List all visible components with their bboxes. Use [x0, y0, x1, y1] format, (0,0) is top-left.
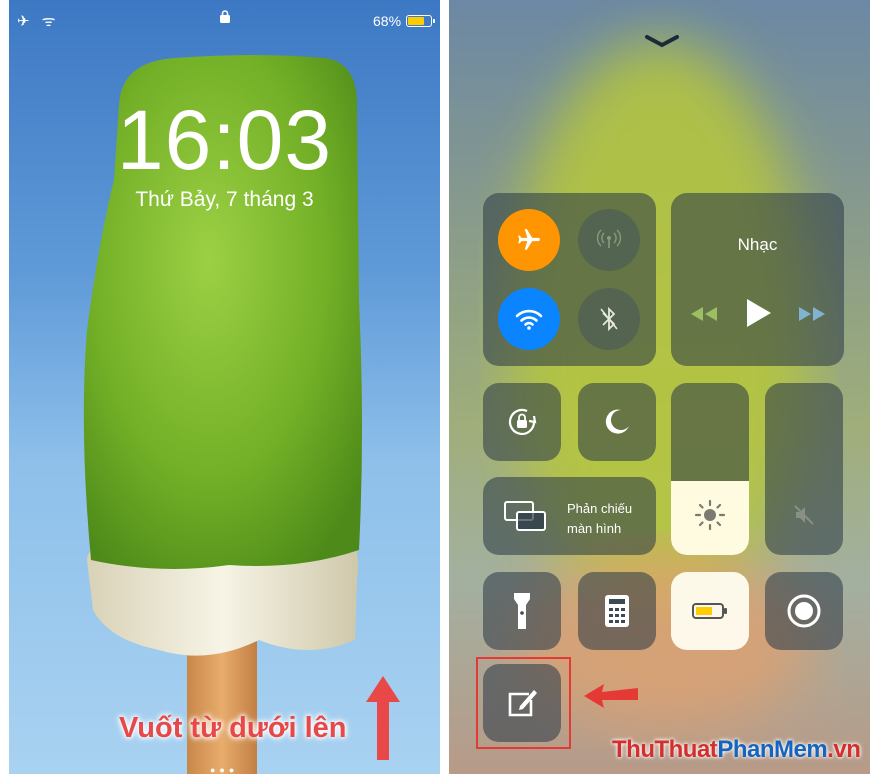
brightness-slider[interactable] [671, 383, 749, 555]
screen-mirroring-icon [504, 501, 546, 531]
low-power-mode-button[interactable] [671, 572, 749, 650]
swipe-instruction: Vuốt từ dưới lên [119, 712, 347, 744]
red-up-arrow-icon [366, 676, 400, 760]
page-indicator: ●●● [210, 765, 239, 774]
notes-highlight-box [476, 657, 571, 749]
battery-percent: 68% [373, 13, 402, 29]
panel-divider [440, 0, 449, 774]
bluetooth-off-icon [600, 306, 618, 332]
connectivity-module [483, 193, 656, 366]
red-left-arrow-icon [584, 684, 638, 708]
volume-slider[interactable] [765, 383, 843, 555]
lock-screen: ✈ ᯤ 68% 16:03 Thứ Bảy, 7 tháng 3 Vuốt từ… [9, 0, 440, 774]
screen-recording-button[interactable] [765, 572, 843, 650]
brightness-sun-icon [694, 499, 726, 531]
moon-icon [605, 409, 629, 434]
lock-time: 16:03 [116, 93, 333, 187]
lock-date: Thứ Bảy, 7 tháng 3 [135, 188, 314, 211]
flashlight-icon [514, 593, 530, 629]
watermark-part2: PhanMem [717, 736, 828, 763]
low-power-battery-icon [692, 603, 727, 619]
calculator-icon [605, 595, 629, 627]
screen-mirroring-button[interactable]: Phản chiếu màn hình [483, 477, 656, 555]
rotation-lock-button[interactable] [483, 383, 561, 461]
airplane-icon [518, 229, 540, 250]
music-title: Nhạc [737, 235, 778, 254]
do-not-disturb-button[interactable] [578, 383, 656, 461]
battery-icon [406, 15, 435, 27]
volume-muted-icon [794, 505, 814, 525]
flashlight-button[interactable] [483, 572, 561, 650]
watermark-part1: ThuThuat [612, 736, 718, 763]
screen-record-icon [787, 594, 821, 628]
screen-mirroring-label-line1: Phản chiếu [567, 501, 633, 516]
wifi-toggle[interactable] [498, 288, 560, 350]
chevron-down-icon[interactable] [644, 34, 680, 48]
screen-mirroring-label-line2: màn hình [567, 521, 622, 536]
cellular-antenna-icon [596, 229, 622, 248]
wifi-icon [515, 309, 543, 330]
control-center: Nhạc Phản chiếu màn hình ThuThuatPhanMem… [449, 0, 870, 774]
airplane-mode-toggle[interactable] [498, 209, 560, 271]
screen-mirroring-label: Phản chiếu màn hình [567, 499, 632, 539]
calculator-button[interactable] [578, 572, 656, 650]
airplane-wifi-icons: ✈ ᯤ [17, 13, 60, 30]
rotation-lock-icon [508, 408, 537, 435]
lock-icon [220, 10, 230, 23]
cellular-data-toggle[interactable] [578, 209, 640, 271]
play-icon[interactable] [743, 297, 773, 329]
rewind-icon[interactable] [689, 305, 719, 323]
watermark-part3: .vn [827, 736, 861, 763]
watermark: ThuThuatPhanMem.vn [612, 736, 861, 764]
bluetooth-toggle[interactable] [578, 288, 640, 350]
status-bar: ✈ ᯤ 68% [9, 0, 440, 40]
fast-forward-icon[interactable] [797, 305, 827, 323]
music-module: Nhạc [671, 193, 844, 366]
